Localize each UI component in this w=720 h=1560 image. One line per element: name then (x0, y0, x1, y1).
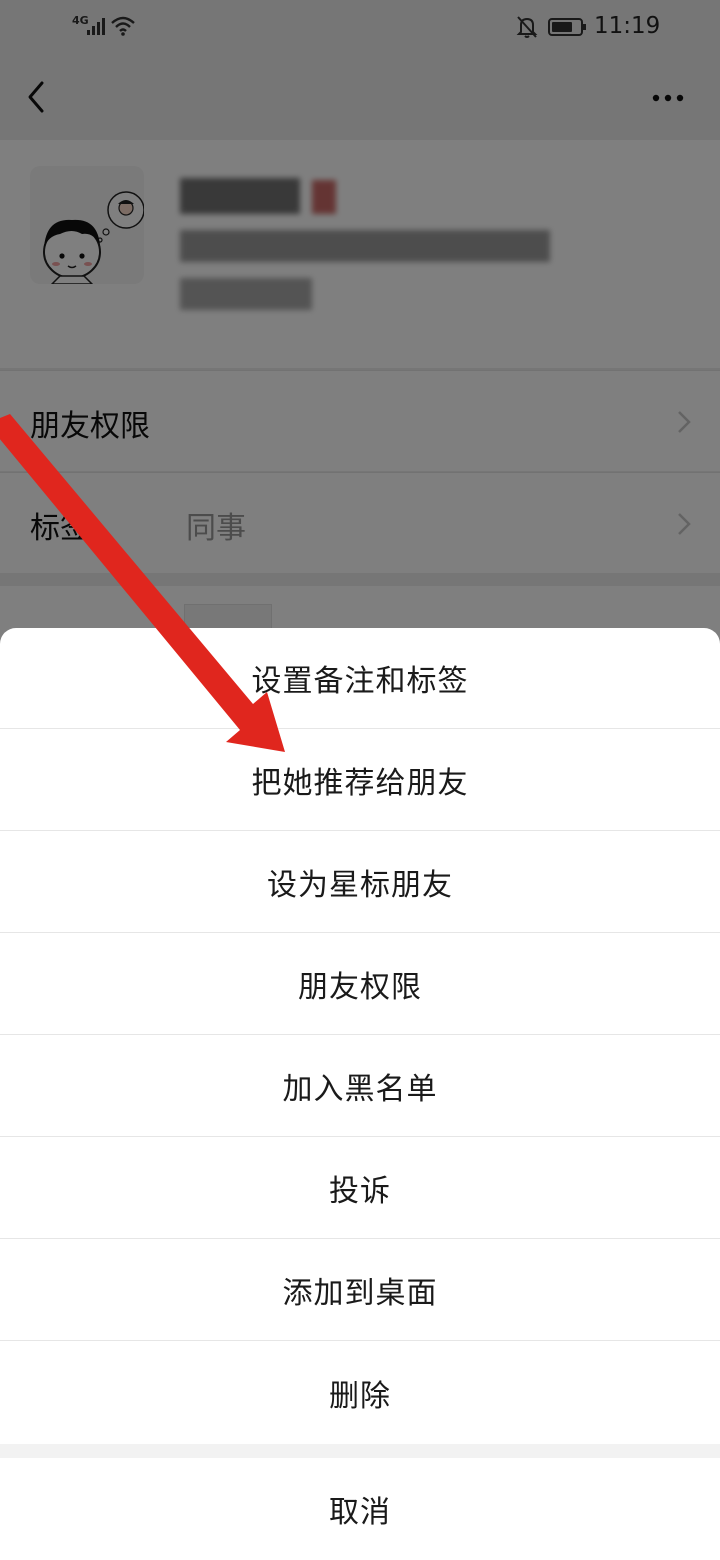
star-friend-item[interactable]: 设为星标朋友 (0, 832, 720, 933)
recommend-to-friends-item[interactable]: 把她推荐给朋友 (0, 730, 720, 831)
contact-detail-screen: 4G 11:19 (0, 0, 720, 1560)
action-sheet: 设置备注和标签 把她推荐给朋友 设为星标朋友 朋友权限 加入黑名单 投诉 添加到… (0, 628, 720, 1560)
friend-permissions-item[interactable]: 朋友权限 (0, 934, 720, 1035)
delete-item[interactable]: 删除 (0, 1342, 720, 1443)
add-to-blacklist-item[interactable]: 加入黑名单 (0, 1036, 720, 1137)
cancel-button[interactable]: 取消 (0, 1458, 720, 1560)
sheet-divider (0, 1444, 720, 1458)
set-remark-and-tags-item[interactable]: 设置备注和标签 (0, 628, 720, 729)
report-item[interactable]: 投诉 (0, 1138, 720, 1239)
add-to-desktop-item[interactable]: 添加到桌面 (0, 1240, 720, 1341)
